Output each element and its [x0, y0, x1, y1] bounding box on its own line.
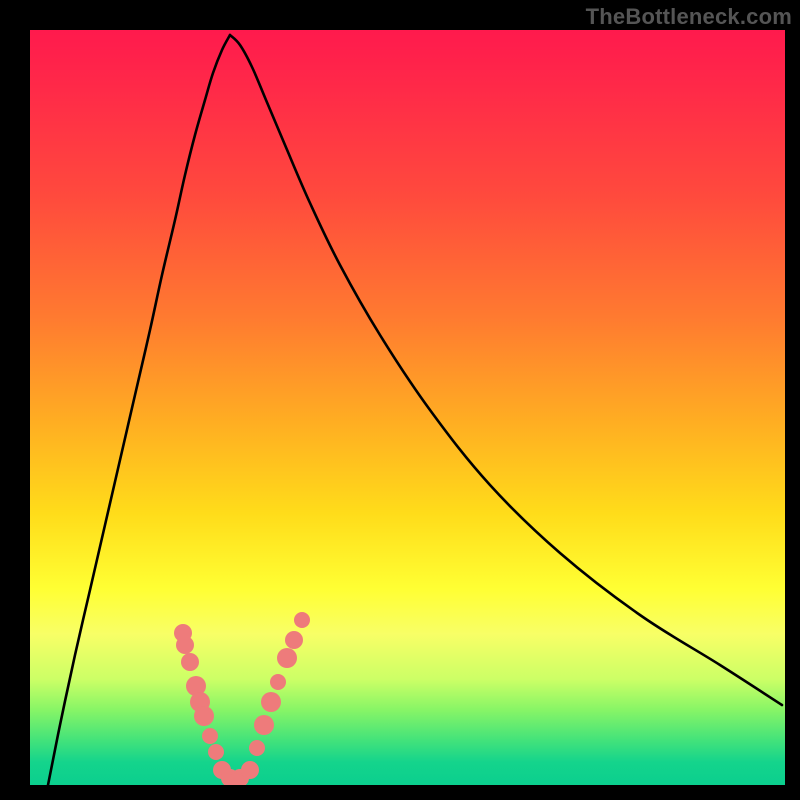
marker-point — [285, 631, 303, 649]
marker-point — [176, 636, 194, 654]
marker-point — [208, 744, 224, 760]
marker-point — [270, 674, 286, 690]
marker-point — [181, 653, 199, 671]
marker-point — [241, 761, 259, 779]
marker-point — [294, 612, 310, 628]
marker-point — [254, 715, 274, 735]
marker-point — [202, 728, 218, 744]
chart-frame: TheBottleneck.com — [0, 0, 800, 800]
marker-layer — [30, 30, 785, 785]
watermark-text: TheBottleneck.com — [586, 4, 792, 30]
marker-point — [277, 648, 297, 668]
marker-point — [249, 740, 265, 756]
marker-point — [194, 706, 214, 726]
marker-point — [261, 692, 281, 712]
plot-area — [30, 30, 785, 785]
